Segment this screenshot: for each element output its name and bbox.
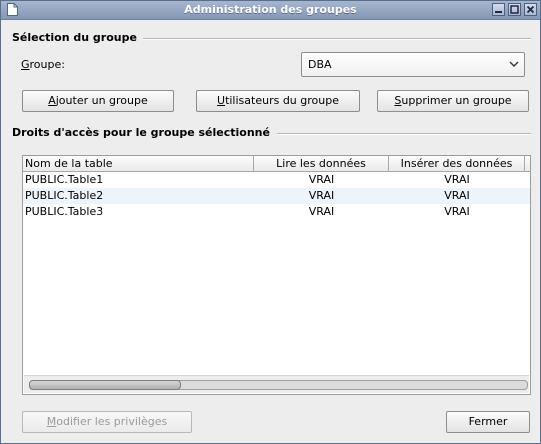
group-label: Groupe: <box>21 58 65 71</box>
group-admin-window: Administration des groupes Sélection du … <box>0 0 541 444</box>
group-select-value: DBA <box>308 58 332 71</box>
add-group-label: jouter un groupe <box>55 94 148 107</box>
group-select[interactable]: DBA <box>301 52 525 77</box>
scrollbar-thumb[interactable] <box>29 380 181 390</box>
modify-privileges-label: odifier les privilèges <box>56 415 168 428</box>
group-label-text: roupe: <box>29 58 65 71</box>
insert-cell[interactable]: VRAI <box>389 204 525 220</box>
group-users-label: tilisateurs du groupe <box>225 94 339 107</box>
group-users-mnemonic: U <box>217 94 226 107</box>
group-users-button[interactable]: Utilisateurs du groupe <box>196 90 360 112</box>
maximize-icon <box>510 5 519 14</box>
table-row[interactable]: PUBLIC.Table2 VRAI VRAI <box>23 188 530 204</box>
access-rights-heading: Droits d'accès pour le groupe sélectionn… <box>12 126 270 139</box>
table-row[interactable]: PUBLIC.Table3 VRAI VRAI <box>23 204 530 220</box>
maximize-button[interactable] <box>508 3 521 16</box>
close-icon <box>526 5 535 14</box>
close-button[interactable]: Fermer <box>446 411 530 433</box>
insert-cell[interactable]: VRAI <box>389 188 525 204</box>
add-group-mnemonic: A <box>48 94 56 107</box>
group-selection-separator <box>143 38 531 40</box>
horizontal-scrollbar[interactable] <box>24 375 529 393</box>
delete-group-label: upprimer un groupe <box>401 94 512 107</box>
modify-privileges-mnemonic: M <box>46 415 57 428</box>
read-cell[interactable]: VRAI <box>254 188 389 204</box>
access-rights-separator <box>277 133 531 135</box>
column-header-insert[interactable]: Insérer des données <box>389 156 525 172</box>
access-rights-table[interactable]: Nom de la table Lire les données Insérer… <box>22 155 531 395</box>
close-window-button[interactable] <box>524 3 537 16</box>
title-bar[interactable]: Administration des groupes <box>1 1 540 20</box>
group-selection-heading: Sélection du groupe <box>12 31 137 44</box>
insert-cell[interactable]: VRAI <box>389 172 525 188</box>
minimize-icon <box>495 11 502 13</box>
column-header-read[interactable]: Lire les données <box>254 156 389 172</box>
add-group-button[interactable]: Ajouter un groupe <box>22 90 174 112</box>
column-header-filler <box>525 156 530 172</box>
table-name-cell: PUBLIC.Table3 <box>25 205 104 218</box>
group-label-mnemonic: G <box>21 58 30 71</box>
read-cell[interactable]: VRAI <box>254 172 389 188</box>
table-row[interactable]: PUBLIC.Table1 VRAI VRAI <box>23 172 530 188</box>
table-name-cell: PUBLIC.Table1 <box>25 173 104 186</box>
modify-privileges-button[interactable]: Modifier les privilèges <box>22 411 192 433</box>
chevron-down-icon <box>509 61 519 67</box>
minimize-button[interactable] <box>492 3 505 16</box>
window-title: Administration des groupes <box>184 3 357 16</box>
delete-group-button[interactable]: Supprimer un groupe <box>377 90 529 112</box>
table-name-cell: PUBLIC.Table2 <box>25 189 104 202</box>
read-cell[interactable]: VRAI <box>254 204 389 220</box>
column-header-table-name[interactable]: Nom de la table <box>23 156 254 172</box>
